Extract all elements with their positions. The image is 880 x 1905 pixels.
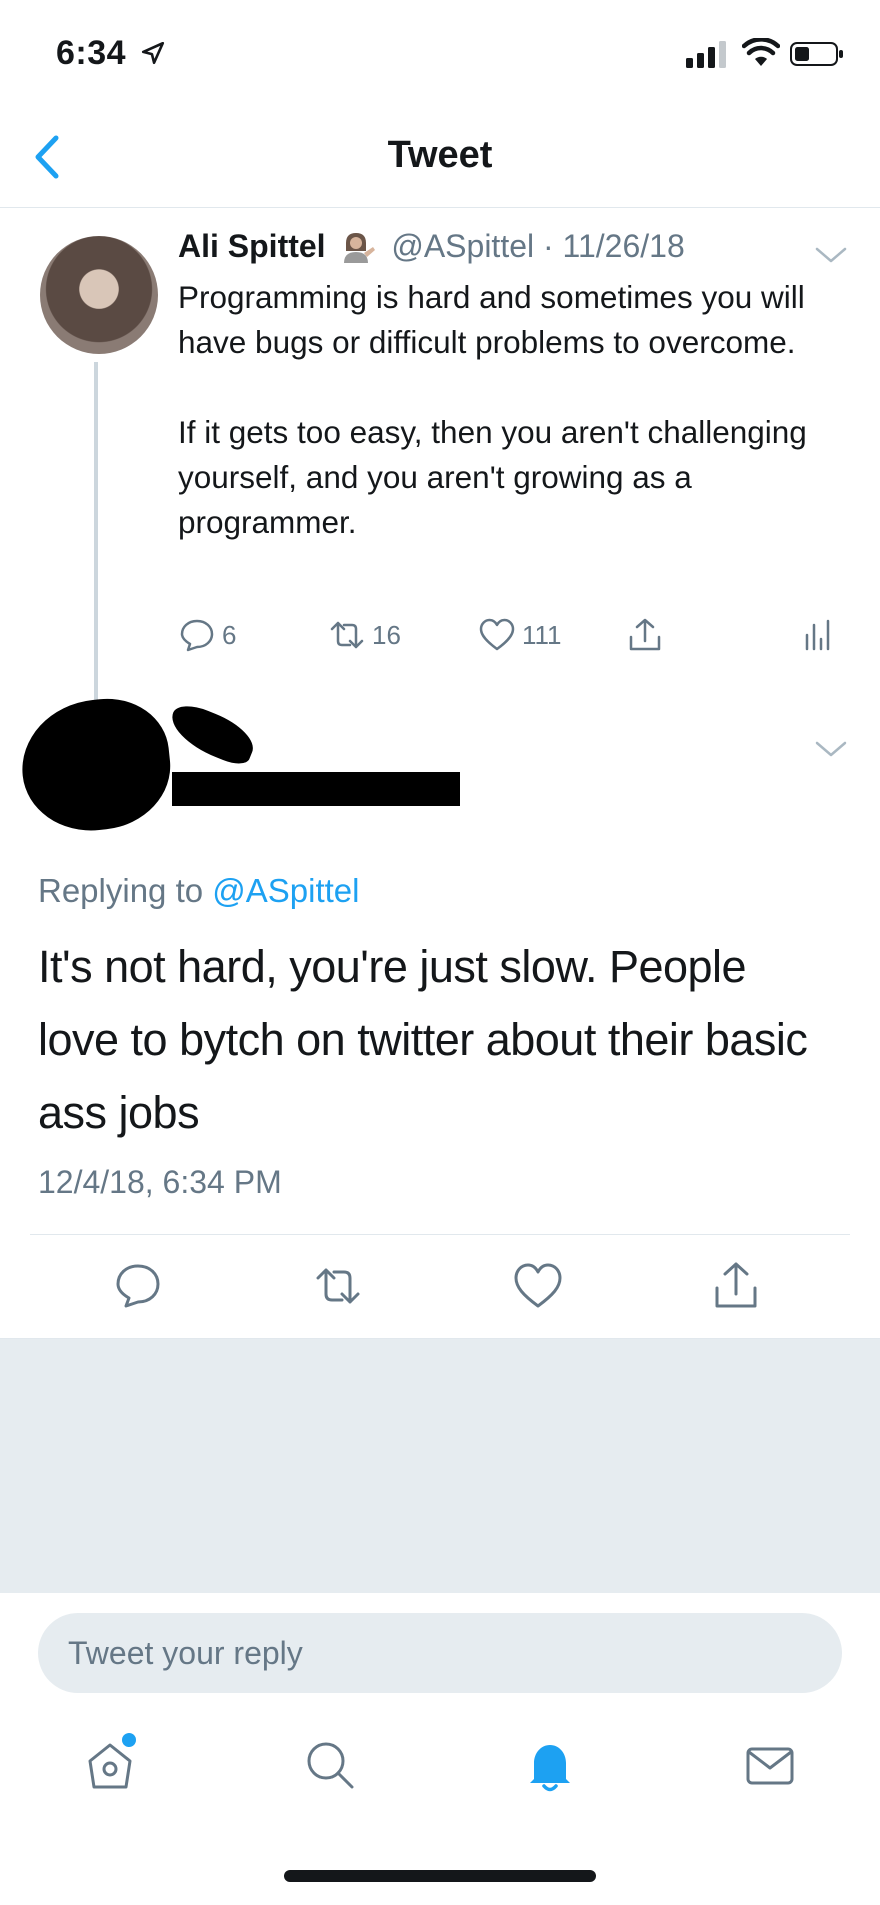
like-action[interactable]: 111	[478, 612, 562, 658]
heart-icon[interactable]	[512, 1260, 564, 1312]
cellular-signal-icon	[686, 41, 726, 68]
home-new-content-dot	[122, 1733, 136, 1747]
reply-action[interactable]: 6	[178, 612, 236, 658]
reply-tweet-actions	[0, 1260, 880, 1320]
heart-icon	[479, 618, 515, 651]
chevron-down-icon[interactable]	[814, 738, 848, 760]
notifications-bell-icon[interactable]	[520, 1735, 580, 1795]
reply-timestamp: 12/4/18, 6:34 PM	[38, 1164, 282, 1200]
like-count: 111	[522, 619, 562, 650]
retweet-icon[interactable]	[312, 1260, 364, 1312]
redacted-handle	[172, 772, 460, 806]
woman-tipping-hand-emoji-icon	[344, 233, 376, 263]
analytics-action[interactable]	[798, 612, 842, 658]
status-bar: 6:34	[0, 0, 880, 110]
avatar[interactable]	[40, 236, 158, 354]
retweet-action[interactable]: 16	[328, 612, 401, 658]
reply-icon	[180, 619, 214, 652]
retweet-icon	[330, 621, 364, 649]
reply-composer-input[interactable]: Tweet your reply	[38, 1613, 842, 1693]
replying-to-mention[interactable]: @ASpittel	[212, 872, 359, 909]
author-name[interactable]: Ali Spittel	[178, 228, 326, 264]
redacted-avatar	[15, 692, 177, 838]
replying-to-label: Replying to	[38, 872, 213, 909]
share-icon[interactable]	[710, 1260, 762, 1312]
chevron-down-icon[interactable]	[814, 244, 848, 266]
reply-tweet-text: It's not hard, you're just slow. People …	[38, 941, 808, 1138]
retweet-count: 16	[372, 619, 401, 650]
battery-icon	[790, 42, 843, 66]
status-time: 6:34	[56, 34, 127, 72]
page-title: Tweet	[387, 134, 493, 176]
author-handle-date[interactable]: @ASpittel · 11/26/18	[391, 228, 684, 264]
reply-icon[interactable]	[112, 1260, 164, 1312]
share-action[interactable]	[626, 612, 670, 658]
search-icon[interactable]	[300, 1735, 360, 1795]
messages-envelope-icon[interactable]	[740, 1735, 800, 1795]
redacted-name	[163, 698, 261, 770]
composer-placeholder: Tweet your reply	[68, 1635, 303, 1671]
empty-replies-area	[0, 1338, 880, 1593]
thread-connector-line	[94, 362, 98, 702]
tweet-text: Programming is hard and sometimes you wi…	[178, 279, 807, 540]
reply-count: 6	[222, 619, 237, 650]
wifi-icon	[742, 38, 780, 66]
tweet-actions: 6 16 111	[178, 612, 838, 658]
share-icon	[629, 618, 661, 651]
location-arrow-icon	[141, 41, 165, 65]
divider	[30, 1234, 850, 1235]
tweet-header: Ali Spittel @ASpittel · 11/26/18	[178, 228, 685, 265]
tab-bar	[0, 1715, 880, 1825]
nav-bar: Tweet	[0, 110, 880, 208]
replying-to-line: Replying to @ASpittel	[38, 872, 360, 910]
home-indicator[interactable]	[284, 1870, 596, 1882]
analytics-bars-icon	[805, 619, 830, 651]
